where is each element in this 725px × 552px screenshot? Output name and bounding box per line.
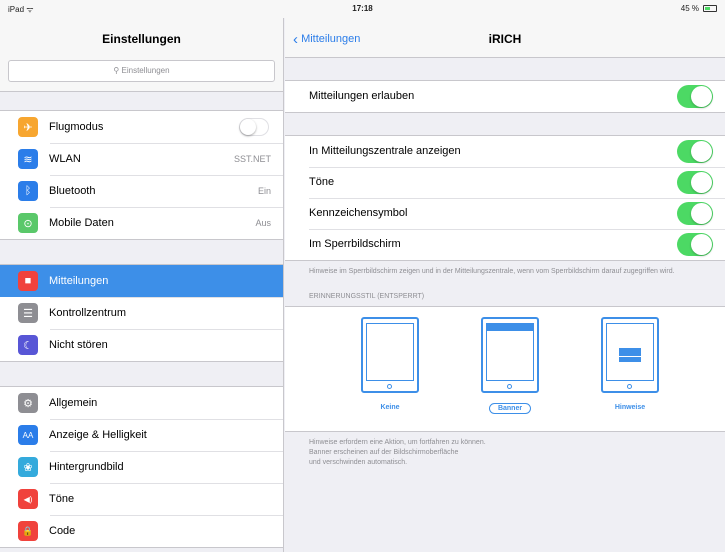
- style-label-none: Keine: [380, 404, 400, 411]
- sidebar-item-label: Code: [49, 525, 76, 537]
- option-row-lock-screen: Im Sperrbildschirm: [285, 229, 725, 260]
- notification-options-group: In Mitteilungszentrale anzeigen Töne Ken…: [285, 135, 725, 261]
- sidebar-item-value: SST.NET: [233, 154, 271, 164]
- option-row-badge: Kennzeichensymbol: [285, 198, 725, 229]
- wallpaper-icon: ❀: [18, 457, 38, 477]
- sidebar-item-flugmodus[interactable]: ✈ Flugmodus: [0, 111, 283, 143]
- bluetooth-icon: ᛒ: [18, 181, 38, 201]
- sidebar-item-toene[interactable]: ◀) Töne: [0, 483, 283, 515]
- option-label: In Mitteilungszentrale anzeigen: [309, 145, 461, 157]
- sidebar-item-label: Mitteilungen: [49, 275, 109, 287]
- lock-screen-toggle[interactable]: [677, 233, 713, 256]
- alert-style-header: ERINNERUNGSSTIL (ENTSPERRT): [309, 293, 425, 300]
- search-icon: ⚲: [113, 66, 120, 75]
- alert-style-footnote: Hinweise erfordern eine Aktion, um fortf…: [285, 438, 725, 468]
- sound-icon: ◀): [18, 489, 38, 509]
- sounds-toggle[interactable]: [677, 171, 713, 194]
- notifications-icon: ■: [18, 271, 38, 291]
- device-none-icon: [361, 317, 419, 393]
- sidebar-item-mitteilungen[interactable]: ■ Mitteilungen: [0, 265, 283, 297]
- sidebar-item-code[interactable]: 🔒 Code: [0, 515, 283, 547]
- gear-icon: ⚙: [18, 393, 38, 413]
- battery-percent: 45 %: [680, 4, 699, 13]
- sidebar-item-label: Hintergrundbild: [49, 461, 124, 473]
- sidebar-item-label: Nicht stören: [49, 339, 108, 351]
- option-row-notification-center: In Mitteilungszentrale anzeigen: [285, 136, 725, 167]
- control-center-icon: ☰: [18, 303, 38, 323]
- allow-notifications-label: Mitteilungen erlauben: [309, 90, 415, 102]
- sidebar-item-label: Anzeige & Helligkeit: [49, 429, 147, 441]
- device-alert-icon: [601, 317, 659, 393]
- notification-center-toggle[interactable]: [677, 140, 713, 163]
- antenna-icon: ⊙: [18, 213, 38, 233]
- sidebar-item-value: Ein: [257, 186, 271, 196]
- moon-icon: ☾: [18, 335, 38, 355]
- search-input[interactable]: ⚲ Einstellungen: [8, 60, 275, 82]
- sidebar-item-hintergrundbild[interactable]: ❀ Hintergrundbild: [0, 451, 283, 483]
- sidebar-item-mobile-daten[interactable]: ⊙ Mobile Daten Aus: [0, 207, 283, 239]
- style-label-banner: Banner: [488, 403, 532, 414]
- sidebar-item-anzeige[interactable]: AA Anzeige & Helligkeit: [0, 419, 283, 451]
- option-label: Kennzeichensymbol: [309, 207, 408, 219]
- allow-notifications-toggle[interactable]: [677, 85, 713, 108]
- sidebar-title: Einstellungen: [0, 18, 283, 58]
- sidebar-item-label: Flugmodus: [49, 121, 104, 133]
- sidebar-item-label: Kontrollzentrum: [49, 307, 127, 319]
- brightness-icon: AA: [18, 425, 38, 445]
- sidebar-item-nicht-stoeren[interactable]: ☾ Nicht stören: [0, 329, 283, 361]
- detail-panel: ‹ Mitteilungen iRICH Mitteilungen erlaub…: [285, 18, 725, 552]
- search-placeholder: Einstellungen: [121, 66, 170, 75]
- style-option-banner[interactable]: Banner: [475, 317, 545, 415]
- sidebar-item-bluetooth[interactable]: ᛒ Bluetooth Ein: [0, 175, 283, 207]
- battery-icon: [703, 5, 717, 12]
- sidebar-item-allgemein[interactable]: ⚙ Allgemein: [0, 387, 283, 419]
- style-option-alerts[interactable]: Hinweise: [595, 317, 665, 414]
- option-label: Im Sperrbildschirm: [309, 238, 401, 250]
- allow-notifications-group: Mitteilungen erlauben: [285, 80, 725, 113]
- detail-nav-bar: ‹ Mitteilungen iRICH: [285, 18, 725, 58]
- clock: 17:18: [352, 4, 373, 13]
- style-option-none[interactable]: Keine: [355, 317, 425, 414]
- sidebar-item-value: Aus: [255, 218, 271, 228]
- option-label: Töne: [309, 176, 335, 188]
- sidebar-item-label: Bluetooth: [49, 185, 96, 197]
- lock-screen-footnote: Hinweise im Sperrbildschirm zeigen und i…: [309, 268, 675, 275]
- footnote-line: Banner erscheinen auf der Bildschirmober…: [309, 449, 459, 456]
- status-bar: iPad ᯤ 17:18 45 %: [0, 0, 725, 18]
- wifi-icon: ≋: [18, 149, 38, 169]
- allow-notifications-row: Mitteilungen erlauben: [285, 81, 725, 112]
- device-banner-icon: [481, 317, 539, 393]
- settings-group-general: ⚙ Allgemein AA Anzeige & Helligkeit ❀ Hi…: [0, 386, 283, 548]
- sidebar-item-label: Mobile Daten: [49, 217, 114, 229]
- sidebar-item-wlan[interactable]: ≋ WLAN SST.NET: [0, 143, 283, 175]
- sidebar-item-kontrollzentrum[interactable]: ☰ Kontrollzentrum: [0, 297, 283, 329]
- settings-group-notifications: ■ Mitteilungen ☰ Kontrollzentrum ☾ Nicht…: [0, 264, 283, 362]
- badge-toggle[interactable]: [677, 202, 713, 225]
- style-label-alerts: Hinweise: [614, 404, 646, 411]
- airplane-mode-toggle[interactable]: [239, 118, 269, 136]
- option-row-sounds: Töne: [285, 167, 725, 198]
- alert-style-picker: Keine Banner Hinweise: [285, 306, 725, 432]
- lock-icon: 🔒: [18, 521, 38, 541]
- search-bar: ⚲ Einstellungen: [0, 58, 283, 92]
- page-title: iRICH: [488, 32, 522, 46]
- footnote-line: Hinweise erfordern eine Aktion, um fortf…: [309, 439, 486, 446]
- settings-group-connectivity: ✈ Flugmodus ≋ WLAN SST.NET ᛒ Bluetooth E…: [0, 110, 283, 240]
- sidebar-item-label: WLAN: [49, 153, 81, 165]
- sidebar-item-label: Allgemein: [49, 397, 98, 409]
- footnote-line: und verschwinden automatisch.: [309, 459, 408, 466]
- airplane-icon: ✈: [18, 117, 38, 137]
- settings-sidebar: Einstellungen ⚲ Einstellungen ✈ Flugmodu…: [0, 18, 284, 552]
- sidebar-item-label: Töne: [49, 493, 75, 505]
